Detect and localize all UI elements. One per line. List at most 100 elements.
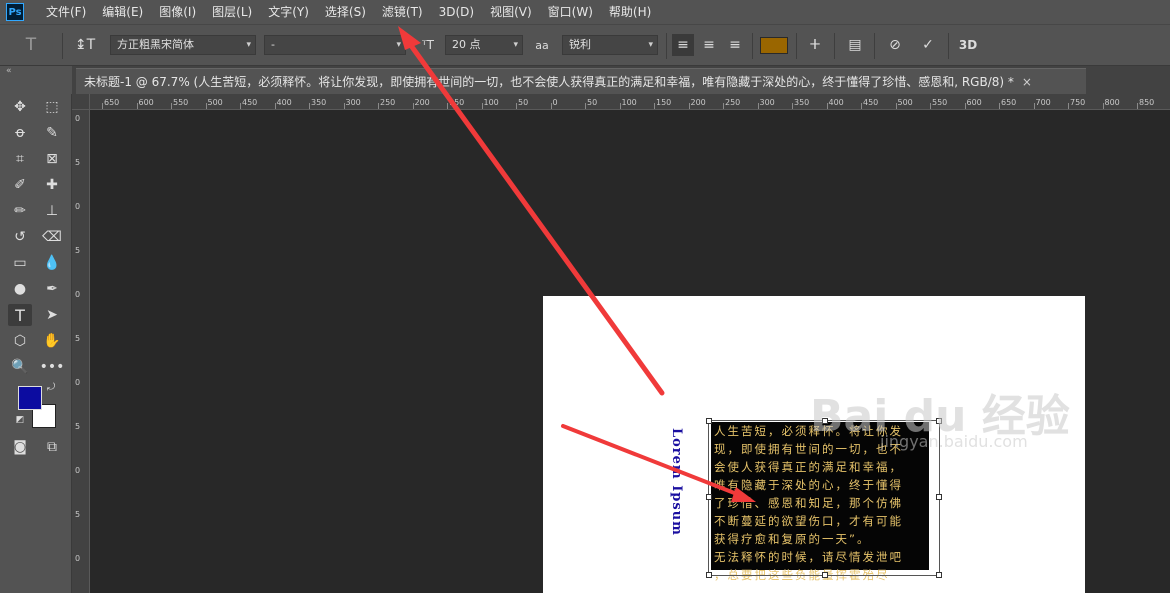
ruler-tick: [861, 103, 862, 109]
menu-edit[interactable]: 编辑(E): [94, 0, 151, 24]
lasso-tool-icon[interactable]: ꝋ: [8, 122, 32, 144]
foreground-color-swatch[interactable]: [18, 386, 42, 410]
move-tool-icon[interactable]: ✥: [8, 96, 32, 118]
menu-3d[interactable]: 3D(D): [431, 0, 482, 24]
ruler-label: 5: [75, 510, 81, 519]
chevron-down-icon: ▾: [396, 40, 401, 50]
healing-brush-tool-icon[interactable]: ✚: [40, 174, 64, 196]
shape-tool-icon[interactable]: ⬡: [8, 330, 32, 352]
ruler-tick: [550, 103, 552, 109]
menu-window[interactable]: 窗口(W): [540, 0, 601, 24]
screen-mode-icon[interactable]: ⧉: [40, 436, 64, 458]
ruler-label: 0: [75, 202, 81, 211]
font-style-select[interactable]: - ▾: [264, 35, 406, 55]
ruler-label: 650: [1001, 98, 1017, 107]
panel-collapse-strip[interactable]: «: [0, 66, 72, 94]
ruler-label: 150: [656, 98, 672, 107]
collapse-icon[interactable]: «: [6, 66, 12, 76]
ruler-tick: [1102, 103, 1104, 109]
zoom-tool-icon[interactable]: 🔍: [8, 356, 32, 378]
ruler-label: 5: [75, 422, 81, 431]
antialias-select[interactable]: 锐利 ▾: [562, 35, 658, 55]
path-selection-tool-icon[interactable]: ➤: [40, 304, 64, 326]
transform-handle[interactable]: [936, 494, 942, 500]
type-tool-icon[interactable]: T: [8, 304, 32, 326]
ruler-tick: [1033, 103, 1035, 109]
3d-button[interactable]: 3D: [957, 34, 979, 56]
eraser-tool-icon[interactable]: ⌫: [40, 226, 64, 248]
character-panel-icon[interactable]: ▤: [844, 34, 866, 56]
ruler-tick: [205, 103, 207, 109]
default-colors-icon[interactable]: ◩: [14, 414, 26, 426]
photoshop-logo: Ps: [6, 3, 24, 21]
history-brush-tool-icon[interactable]: ↺: [8, 226, 32, 248]
ruler-label: 500: [897, 98, 913, 107]
ruler-label: 800: [1104, 98, 1120, 107]
menu-image[interactable]: 图像(I): [151, 0, 204, 24]
menu-help[interactable]: 帮助(H): [601, 0, 659, 24]
vertical-ruler: 0 5 0 5 0 5 0 5 0 5 0: [72, 110, 90, 593]
menu-file[interactable]: 文件(F): [38, 0, 94, 24]
canvas-area[interactable]: Lorem Ipsum 人生苦短，必须释怀。将让你发 现，即使拥有世间的一切，也…: [90, 110, 1170, 593]
ruler-tick: [930, 103, 931, 109]
text-color-swatch[interactable]: [760, 37, 788, 54]
ruler-label: 400: [828, 98, 844, 107]
vertical-text-layer[interactable]: Lorem Ipsum: [669, 428, 684, 536]
ruler-label: 450: [242, 98, 258, 107]
ruler-label: 250: [725, 98, 741, 107]
frame-tool-icon[interactable]: ⊠: [40, 148, 64, 170]
close-icon[interactable]: ×: [1022, 75, 1032, 89]
hand-tool-icon[interactable]: ✋: [40, 330, 64, 352]
ruler-tick: [412, 103, 414, 109]
align-right-icon[interactable]: ≡: [724, 34, 746, 56]
ruler-label: 5: [75, 334, 81, 343]
transform-handle[interactable]: [822, 572, 828, 578]
menu-select[interactable]: 选择(S): [317, 0, 374, 24]
ruler-label: 0: [75, 290, 81, 299]
crop-tool-icon[interactable]: ⌗: [8, 148, 32, 170]
ruler-label: 750: [1070, 98, 1086, 107]
eyedropper-tool-icon[interactable]: ✐: [8, 174, 32, 196]
clone-stamp-tool-icon[interactable]: ⊥: [40, 200, 64, 222]
ruler-label: 300: [759, 98, 775, 107]
transform-handle[interactable]: [706, 572, 712, 578]
gradient-tool-icon[interactable]: ▭: [8, 252, 32, 274]
more-tools-icon[interactable]: •••: [40, 356, 65, 378]
menu-filter[interactable]: 滤镜(T): [374, 0, 431, 24]
font-size-select[interactable]: 20 点 ▾: [445, 35, 523, 55]
menu-type[interactable]: 文字(Y): [260, 0, 317, 24]
commit-edit-icon[interactable]: ✓: [917, 34, 939, 56]
align-center-icon[interactable]: ≡: [698, 34, 720, 56]
marquee-tool-icon[interactable]: ⬚: [40, 96, 64, 118]
transform-handle[interactable]: [936, 572, 942, 578]
ruler-tick: [481, 103, 483, 109]
menu-view[interactable]: 视图(V): [482, 0, 540, 24]
align-left-icon[interactable]: ≡: [672, 34, 694, 56]
transform-handle[interactable]: [706, 418, 712, 424]
toggle-text-orientation-icon[interactable]: ↨T: [74, 34, 96, 56]
ruler-label: 100: [621, 98, 637, 107]
swap-colors-icon[interactable]: ⤾: [44, 380, 58, 394]
cancel-edit-icon[interactable]: ⊘: [884, 34, 906, 56]
ruler-tick: [619, 103, 621, 109]
menu-layer[interactable]: 图层(L): [204, 0, 260, 24]
warp-text-icon[interactable]: ⵜ: [804, 34, 826, 56]
ruler-tick: [1068, 103, 1069, 109]
quick-selection-tool-icon[interactable]: ✎: [40, 122, 64, 144]
brush-tool-icon[interactable]: ✏: [8, 200, 32, 222]
pen-tool-icon[interactable]: ✒: [40, 278, 64, 300]
document-tab[interactable]: 未标题-1 @ 67.7% (人生苦短，必须释怀。将让你发现，即使拥有世间的一切…: [76, 68, 1086, 94]
transform-handle[interactable]: [706, 494, 712, 500]
ruler-label: 250: [380, 98, 396, 107]
options-bar: T ↨T 方正粗黑宋简体 ▾ - ▾ ᵀT 20 点 ▾ aa 锐利 ▾ ≡ ≡ ≡ ⵜ…: [0, 24, 1170, 66]
font-family-select[interactable]: 方正粗黑宋简体 ▾: [110, 35, 256, 55]
ruler-label: 350: [794, 98, 810, 107]
dodge-tool-icon[interactable]: ●: [8, 278, 32, 300]
quick-mask-icon[interactable]: ◙: [8, 436, 32, 458]
type-tool-preset-icon[interactable]: T: [20, 34, 42, 56]
ruler-label: 550: [932, 98, 948, 107]
ruler-corner: [72, 94, 90, 110]
blur-tool-icon[interactable]: 💧: [40, 252, 64, 274]
ruler-label: 0: [75, 378, 81, 387]
menu-bar: Ps 文件(F) 编辑(E) 图像(I) 图层(L) 文字(Y) 选择(S) 滤…: [0, 0, 1170, 24]
